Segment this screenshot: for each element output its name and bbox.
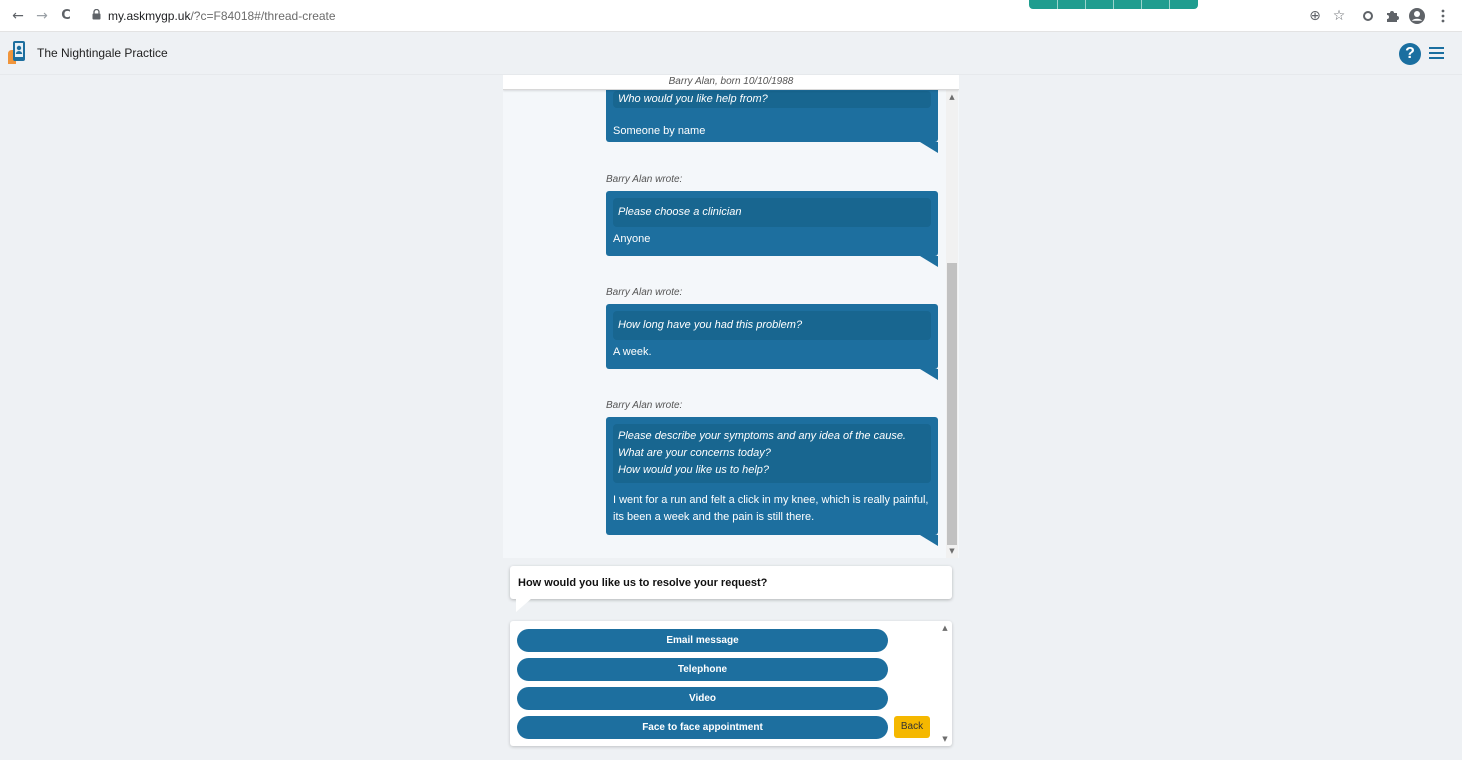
scroll-up-icon[interactable]: ▲ [946, 91, 958, 103]
url-path: /?c=F84018#/thread-create [190, 9, 336, 23]
message-answer: A week. [613, 346, 652, 358]
forward-arrow-icon[interactable]: → [34, 8, 50, 24]
practice-logo-icon [8, 41, 25, 64]
message-question: Who would you like help from? [613, 91, 931, 108]
url-host: my.askmygp.uk [108, 9, 191, 23]
options-scrollbar[interactable]: ▲ ▼ [939, 621, 951, 746]
telephone-button[interactable]: Telephone [517, 658, 888, 681]
face-to-face-button[interactable]: Face to face appointment [517, 716, 888, 739]
message-author: Barry Alan wrote: [606, 287, 683, 298]
conversation-scroll-thumb[interactable] [947, 263, 957, 545]
answer-line: its been a week and the pain is still th… [613, 511, 815, 523]
message-author: Barry Alan wrote: [606, 174, 683, 185]
message-answer: Anyone [613, 233, 651, 245]
extension-circle-icon[interactable] [1359, 7, 1377, 25]
kebab-menu-icon[interactable] [1434, 7, 1452, 25]
browser-toolbar: ← → C my.askmygp.uk/?c=F84018#/thread-cr… [0, 0, 1462, 32]
bubble-tail [920, 142, 938, 153]
message-question: Please describe your symptoms and any id… [613, 424, 931, 483]
scroll-up-icon[interactable]: ▲ [939, 622, 951, 634]
resolve-prompt: How would you like us to resolve your re… [510, 566, 952, 599]
email-message-button[interactable]: Email message [517, 629, 888, 652]
question-line: How would you like us to help? [618, 464, 770, 476]
bubble-tail [920, 256, 938, 267]
star-icon[interactable]: ☆ [1330, 7, 1348, 25]
message-answer: Someone by name [613, 125, 706, 137]
address-bar[interactable]: my.askmygp.uk/?c=F84018#/thread-create [108, 9, 336, 23]
video-button[interactable]: Video [517, 687, 888, 710]
message-question: How long have you had this problem? [613, 311, 931, 340]
message-answer: I went for a run and felt a click in my … [613, 492, 931, 526]
question-line: Please describe your symptoms and any id… [618, 430, 906, 442]
profile-icon[interactable] [1408, 7, 1426, 25]
reload-icon[interactable]: C [58, 8, 74, 24]
prompt-tail [516, 598, 532, 612]
tab-strip[interactable] [1029, 0, 1198, 9]
scroll-down-icon[interactable]: ▼ [939, 733, 951, 745]
app-header: The Nightingale Practice ? [0, 32, 1462, 75]
message-bubble: How long have you had this problem? A we… [606, 304, 938, 380]
scroll-down-icon[interactable]: ▼ [946, 545, 958, 557]
puzzle-icon[interactable] [1383, 7, 1401, 25]
bubble-tail [920, 535, 938, 546]
help-icon[interactable]: ? [1399, 43, 1421, 65]
lock-icon [92, 9, 101, 20]
back-arrow-icon[interactable]: ← [10, 8, 26, 24]
resolve-options-panel: Email message Telephone Video Face to fa… [510, 621, 952, 746]
message-author: Barry Alan wrote: [606, 400, 683, 411]
message-bubble: Please choose a clinician Anyone [606, 191, 938, 267]
message-bubble: Please describe your symptoms and any id… [606, 417, 938, 546]
question-line: What are your concerns today? [618, 447, 771, 459]
add-to-home-icon[interactable]: ⊕ [1306, 7, 1324, 25]
practice-name: The Nightingale Practice [37, 46, 168, 60]
hamburger-menu-icon[interactable] [1429, 47, 1444, 59]
bubble-tail [920, 369, 938, 380]
patient-banner: Barry Alan, born 10/10/1988 [503, 75, 959, 90]
conversation-panel[interactable]: Barry Alan, born 10/10/1988 Who would yo… [503, 75, 959, 558]
message-question: Please choose a clinician [613, 198, 931, 227]
answer-line: I went for a run and felt a click in my … [613, 494, 929, 506]
message-bubble: Who would you like help from? Someone by… [606, 81, 938, 153]
back-button[interactable]: Back [894, 716, 930, 738]
